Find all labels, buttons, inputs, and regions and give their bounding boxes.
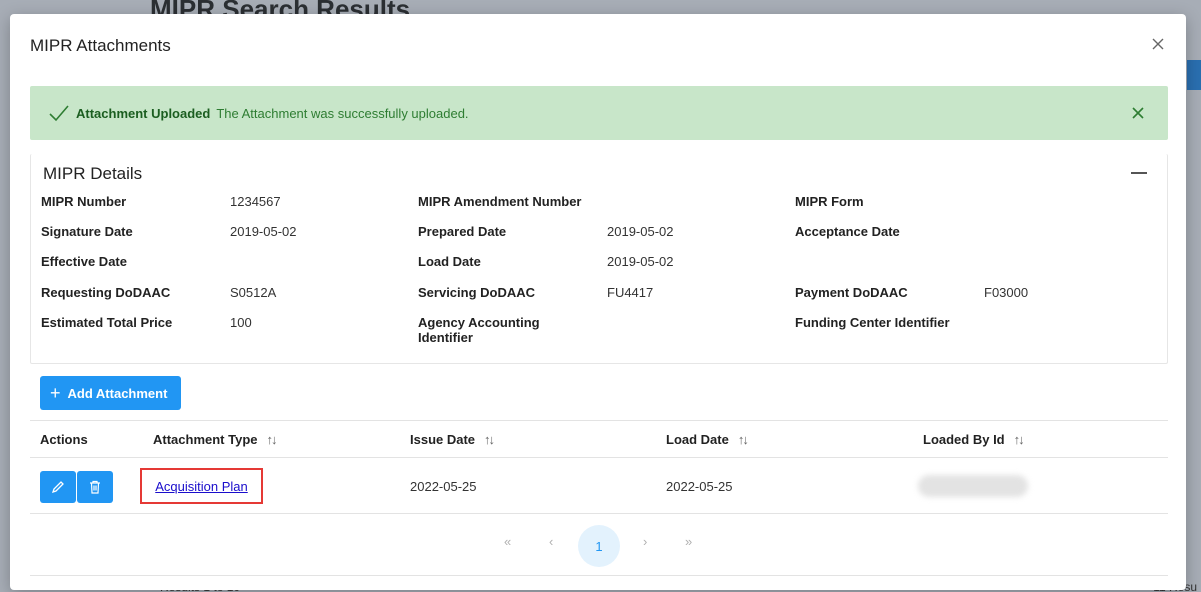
header-issue-date[interactable]: Issue Date ↑↓ (410, 432, 495, 447)
alert-title: Attachment Uploaded (76, 105, 211, 121)
header-load-date[interactable]: Load Date ↑↓ (666, 432, 749, 447)
table-row: Acquisition Plan 2022-05-25 2022-05-25 (30, 458, 1168, 514)
next-page-button[interactable]: › (643, 534, 647, 549)
background-button (1187, 60, 1201, 90)
payment-dodaac-label: Payment DoDAAC (795, 285, 908, 300)
servicing-dodaac-value: FU4417 (607, 285, 654, 300)
mipr-form-label: MIPR Form (795, 194, 864, 209)
payment-dodaac-value: F03000 (984, 285, 1029, 300)
success-alert: Attachment Uploaded The Attachment was s… (30, 86, 1168, 140)
requesting-dodaac-value: S0512A (230, 285, 277, 300)
mipr-attachments-modal: MIPR Attachments Attachment Uploaded The… (10, 14, 1186, 590)
header-loaded-by[interactable]: Loaded By Id ↑↓ (923, 432, 1025, 447)
highlight-box: Acquisition Plan (140, 468, 263, 504)
agency-accounting-label-line1: Agency Accounting (418, 315, 540, 330)
amendment-label: MIPR Amendment Number (418, 194, 582, 209)
last-page-button[interactable]: » (685, 534, 692, 549)
load-date-cell: 2022-05-25 (666, 479, 733, 494)
edit-button[interactable] (40, 471, 76, 503)
first-page-button[interactable]: « (504, 534, 511, 549)
load-date-label: Load Date (418, 254, 481, 269)
signature-date-value: 2019-05-02 (230, 224, 297, 239)
pencil-icon (51, 481, 64, 494)
sort-icon[interactable]: ↑↓ (484, 432, 495, 447)
attachments-table: Actions Attachment Type ↑↓ Issue Date ↑↓ L… (30, 420, 1168, 576)
checkmark-icon (49, 105, 69, 122)
collapse-icon[interactable] (1131, 172, 1147, 174)
plus-icon: + (50, 383, 61, 403)
sort-icon[interactable]: ↑↓ (1014, 432, 1025, 447)
estimated-total-price-label: Estimated Total Price (41, 315, 173, 330)
prev-page-button[interactable]: ‹ (549, 534, 553, 549)
loaded-by-redacted (918, 475, 1028, 497)
mipr-number-value: 1234567 (230, 194, 281, 209)
estimated-total-price-value: 100 (230, 315, 252, 330)
acceptance-date-label: Acceptance Date (795, 224, 900, 239)
mipr-details-panel: MIPR Details MIPR Number 1234567 MIPR Am… (30, 154, 1168, 364)
add-attachment-label: Add Attachment (67, 385, 168, 401)
table-header: Actions Attachment Type ↑↓ Issue Date ↑↓ L… (30, 420, 1168, 458)
acquisition-plan-link[interactable]: Acquisition Plan (155, 479, 248, 494)
header-attachment-type[interactable]: Attachment Type ↑↓ (153, 432, 278, 447)
agency-accounting-label: Agency Accounting Identifier (418, 315, 540, 345)
signature-date-label: Signature Date (41, 224, 133, 239)
alert-message: The Attachment was successfully uploaded… (216, 105, 469, 121)
sort-icon[interactable]: ↑↓ (738, 432, 749, 447)
prepared-date-label: Prepared Date (418, 224, 507, 239)
modal-title: MIPR Attachments (30, 36, 171, 55)
modal-header: MIPR Attachments (10, 14, 1186, 78)
prepared-date-value: 2019-05-02 (607, 224, 674, 239)
page-1-button[interactable]: 1 (578, 525, 620, 567)
delete-button[interactable] (77, 471, 113, 503)
close-icon[interactable] (1148, 34, 1168, 54)
pagination: « ‹ 1 › » (30, 520, 1168, 576)
trash-icon (90, 480, 100, 494)
header-actions: Actions (40, 432, 88, 447)
funding-center-label: Funding Center Identifier (795, 315, 950, 330)
add-attachment-button[interactable]: + Add Attachment (40, 376, 181, 410)
issue-date-cell: 2022-05-25 (410, 479, 477, 494)
effective-date-label: Effective Date (41, 254, 127, 269)
agency-accounting-label-line2: Identifier (418, 330, 473, 345)
sort-icon[interactable]: ↑↓ (267, 432, 278, 447)
mipr-number-label: MIPR Number (41, 194, 127, 209)
requesting-dodaac-label: Requesting DoDAAC (41, 285, 171, 300)
servicing-dodaac-label: Servicing DoDAAC (418, 285, 536, 300)
load-date-value: 2019-05-02 (607, 254, 674, 269)
details-title: MIPR Details (43, 164, 143, 183)
alert-close-icon[interactable] (1130, 105, 1146, 121)
